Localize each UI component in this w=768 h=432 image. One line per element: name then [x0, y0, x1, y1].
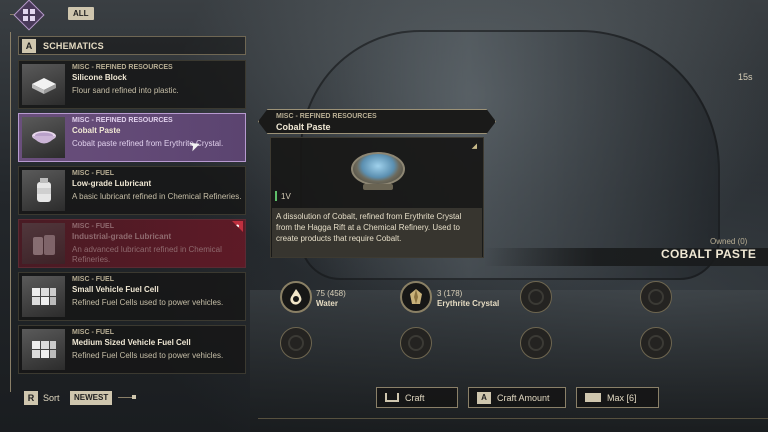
list-item-industrial-grade-lubricant[interactable]: ● MISC - FUEL Industrial-grade Lubricant… [18, 219, 246, 268]
fuel-cell-icon [22, 276, 65, 317]
item-category: MISC - FUEL [72, 223, 114, 230]
schematics-header[interactable]: A SCHEMATICS [18, 36, 246, 55]
bowl-base [363, 184, 393, 190]
schematics-title: SCHEMATICS [43, 40, 104, 51]
cobalt-paste-icon [22, 117, 65, 158]
ingredient-qty: 3 (178) [437, 289, 463, 298]
tooltip-body: ◢ 1V A dissolution of Cobalt, refined fr… [270, 137, 484, 258]
item-description: Cobalt paste refined from Erythrite Crys… [72, 139, 224, 148]
tray-icon [385, 393, 399, 402]
item-name: Low-grade Lubricant [72, 179, 152, 188]
item-description: Flour sand refined into plastic. [72, 86, 179, 95]
max-label: Max [6] [607, 392, 637, 403]
tooltip-category: MISC - REFINED RESOURCES [276, 113, 377, 120]
empty-slot-icon [640, 327, 672, 359]
sort-indicator [118, 395, 136, 400]
empty-slot-icon [400, 327, 432, 359]
item-category: MISC - FUEL [72, 329, 114, 336]
item-category: MISC - FUEL [72, 170, 114, 177]
item-name: Small Vehicle Fuel Cell [72, 285, 159, 294]
tree-line [10, 32, 11, 392]
craft-amount-label: Craft Amount [497, 392, 550, 403]
corner-marker-icon: ◢ [471, 143, 477, 150]
item-name: Cobalt Paste [72, 126, 121, 135]
item-category: MISC - REFINED RESOURCES [72, 117, 173, 124]
empty-slot-icon [640, 281, 672, 313]
tooltip-title: Cobalt Paste [276, 122, 331, 132]
list-item-silicone-block[interactable]: MISC - REFINED RESOURCES Silicone Block … [18, 60, 246, 109]
ingredient-name: Erythrite Crystal [437, 299, 500, 308]
item-category: MISC - REFINED RESOURCES [72, 64, 173, 71]
item-name: Medium Sized Vehicle Fuel Cell [72, 338, 191, 347]
divider [258, 418, 768, 419]
list-item-low-grade-lubricant[interactable]: MISC - FUEL Low-grade Lubricant A basic … [18, 166, 246, 215]
crystal-icon[interactable] [400, 281, 432, 313]
lubricant-canister-icon [22, 223, 65, 264]
max-button[interactable]: Max [6] [576, 387, 659, 408]
filter-all-tag[interactable]: ALL [68, 7, 94, 20]
ingredient-name: Water [316, 299, 338, 308]
empty-slot-icon [280, 327, 312, 359]
craft-label: Craft [405, 392, 425, 403]
lubricant-canister-icon [22, 170, 65, 211]
lock-icon: ● [232, 221, 243, 232]
ingredient-qty: 75 (458) [316, 289, 346, 298]
item-category: MISC - FUEL [72, 276, 114, 283]
key-hint: A [22, 38, 36, 53]
key-hint: A [477, 391, 491, 404]
durability-bar [275, 191, 277, 201]
list-item-small-vehicle-fuel-cell[interactable]: MISC - FUEL Small Vehicle Fuel Cell Refi… [18, 272, 246, 321]
craft-amount-button[interactable]: A Craft Amount [468, 387, 566, 408]
product-title: COBALT PASTE [661, 247, 757, 261]
empty-slot-icon [520, 281, 552, 313]
item-description: A basic lubricant refined in Chemical Re… [72, 192, 242, 201]
water-drop-icon[interactable] [280, 281, 312, 313]
tooltip-header: MISC - REFINED RESOURCES Cobalt Paste [258, 109, 496, 134]
sort-label[interactable]: Sort [43, 393, 60, 403]
tooltip-description: A dissolution of Cobalt, refined from Er… [272, 208, 482, 257]
list-item-medium-vehicle-fuel-cell[interactable]: MISC - FUEL Medium Sized Vehicle Fuel Ce… [18, 325, 246, 374]
item-description: An advanced lubricant refined in Chemica… [72, 245, 222, 264]
background-floor [250, 290, 768, 432]
sort-value[interactable]: NEWEST [70, 391, 113, 405]
item-description: Refined Fuel Cells used to power vehicle… [72, 298, 224, 307]
owned-count: Owned (0) [710, 237, 748, 246]
item-description: Refined Fuel Cells used to power vehicle… [72, 351, 224, 360]
key-hint: R [24, 391, 38, 405]
list-item-cobalt-paste[interactable]: MISC - REFINED RESOURCES Cobalt Paste Co… [18, 113, 246, 162]
item-name: Industrial-grade Lubricant [72, 232, 172, 241]
cobalt-paste-bowl-icon [351, 152, 405, 186]
item-name: Silicone Block [72, 73, 127, 82]
empty-slot-icon [520, 327, 552, 359]
inventory-icon [585, 393, 601, 402]
silicone-block-icon [22, 64, 65, 105]
tooltip-volume: 1V [281, 192, 291, 201]
craft-button[interactable]: Craft [376, 387, 458, 408]
craft-time: 15s [738, 72, 753, 82]
fuel-cell-icon [22, 329, 65, 370]
